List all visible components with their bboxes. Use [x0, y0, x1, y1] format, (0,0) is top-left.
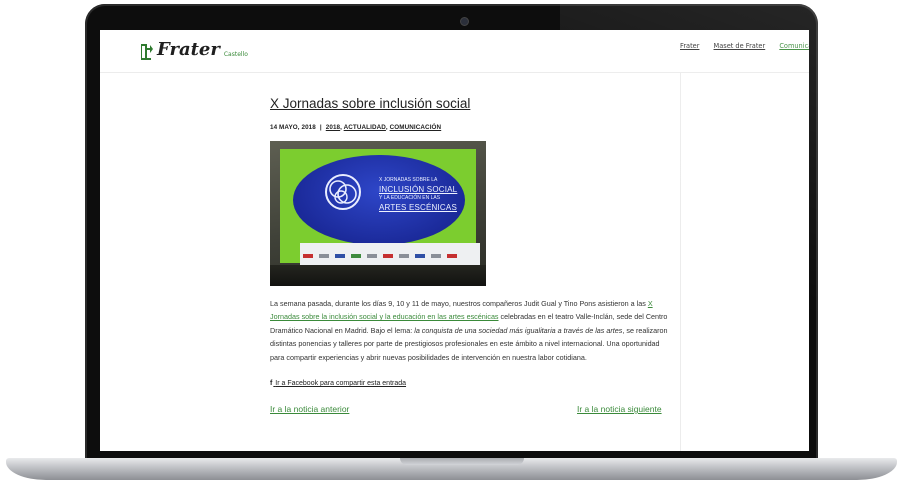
site-header: Frater Castello Frater Maset de Frater C…: [100, 30, 809, 73]
post-body: La semana pasada, durante los días 9, 10…: [270, 297, 670, 364]
logo-name: Frater: [157, 39, 220, 60]
nav-item-comunica[interactable]: Comunica: [779, 42, 809, 50]
main-nav: Frater Maset de Frater Comunica: [680, 42, 809, 50]
facebook-icon: f: [270, 380, 273, 387]
category-link-2018[interactable]: 2018: [326, 124, 340, 131]
projection-line-3: Y LA EDUCACIÓN EN LAS: [379, 195, 441, 201]
theatre-seats: [270, 265, 486, 286]
meta-separator: |: [319, 124, 322, 131]
post-date: 14 MAYO, 2018: [270, 124, 316, 131]
projection-oval: X JORNADAS SOBRE LA INCLUSIÓN SOCIAL Y L…: [293, 155, 465, 245]
sponsor-logos-strip: [300, 243, 480, 277]
site-logo[interactable]: Frater Castello: [139, 40, 248, 60]
projection-line-4: ARTES ESCÉNICAS: [379, 203, 457, 212]
post-meta: 14 MAYO, 2018 | 2018, ACTUALIDAD, COMUNICA…: [270, 124, 442, 131]
share-label: Ir a Facebook para compartir esta entrad…: [275, 380, 407, 387]
projection-screen: X JORNADAS SOBRE LA INCLUSIÓN SOCIAL Y L…: [280, 149, 480, 277]
projection-title: X JORNADAS SOBRE LA INCLUSIÓN SOCIAL Y L…: [379, 176, 459, 212]
post-photo: X JORNADAS SOBRE LA INCLUSIÓN SOCIAL Y L…: [270, 141, 486, 286]
nav-item-maset[interactable]: Maset de Frater: [714, 42, 766, 50]
motto-text: la conquista de una sociedad más igualit…: [414, 325, 623, 335]
nav-item-frater[interactable]: Frater: [680, 42, 699, 50]
webcam-icon: [460, 17, 469, 26]
category-link-comunicacion[interactable]: COMUNICACIÓN: [390, 124, 442, 131]
previous-post-link[interactable]: Ir a la noticia anterior: [270, 404, 349, 414]
projection-line-1: X JORNADAS SOBRE LA: [379, 177, 438, 183]
tree-logo-icon: [141, 44, 153, 60]
post-title[interactable]: X Jornadas sobre inclusión social: [270, 96, 670, 111]
browser-viewport: Frater Castello Frater Maset de Frater C…: [100, 30, 809, 451]
projection-line-2: INCLUSIÓN SOCIAL: [379, 185, 458, 194]
interlocking-circles-icon: [325, 174, 361, 210]
next-post-link[interactable]: Ir a la noticia siguiente: [577, 404, 662, 414]
facebook-share-link[interactable]: f Ir a Facebook para compartir esta entr…: [270, 380, 406, 387]
logo-subtitle: Castello: [223, 51, 248, 58]
post-article: X Jornadas sobre inclusión social 14 MAY…: [270, 96, 670, 414]
body-text-1: La semana pasada, durante los días 9, 10…: [270, 299, 648, 308]
sidebar-divider: [680, 72, 681, 451]
category-link-actualidad[interactable]: ACTUALIDAD: [344, 124, 386, 131]
laptop-opening-notch: [400, 458, 524, 465]
